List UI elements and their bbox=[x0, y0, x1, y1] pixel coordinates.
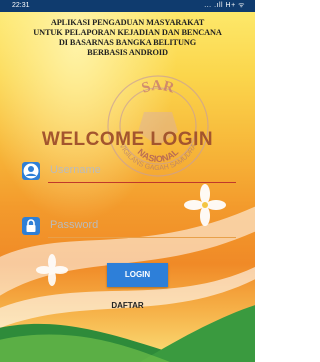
login-button[interactable]: LOGIN bbox=[107, 263, 168, 287]
app-title-line: BERBASIS ANDROID bbox=[87, 48, 168, 57]
register-link[interactable]: DAFTAR bbox=[0, 301, 255, 310]
logo-top-text: SAR bbox=[140, 78, 176, 97]
user-icon bbox=[22, 162, 40, 180]
welcome-heading: WELCOME LOGIN bbox=[41, 129, 214, 150]
password-underline bbox=[48, 237, 236, 238]
system-status-icons: ... .ıll H+ ᯤ bbox=[204, 2, 245, 9]
lock-icon bbox=[22, 217, 40, 235]
login-screen: APLIKASI PENGADUAN MASYARAKAT UNTUK PELA… bbox=[0, 12, 255, 362]
app-title: APLIKASI PENGADUAN MASYARAKAT UNTUK PELA… bbox=[4, 18, 251, 58]
flower-decoration-icon bbox=[36, 254, 68, 286]
svg-text:SAR: SAR bbox=[140, 78, 176, 97]
status-time: 22:31 bbox=[12, 2, 30, 9]
username-input[interactable]: Username bbox=[50, 164, 101, 176]
app-title-line: APLIKASI PENGADUAN MASYARAKAT bbox=[50, 18, 205, 27]
app-title-line: UNTUK PELAPORAN KEJADIAN DAN BENCANA bbox=[33, 28, 222, 37]
flower-decoration-icon bbox=[184, 184, 226, 226]
status-bar: 22:31 ... .ıll H+ ᯤ bbox=[0, 0, 255, 12]
app-title-line: DI BASARNAS BANGKA BELITUNG bbox=[58, 38, 197, 47]
password-input[interactable]: Password bbox=[50, 219, 98, 231]
phone-screen: 22:31 ... .ıll H+ ᯤ APLIKASI PENGADUAN M… bbox=[0, 0, 255, 362]
